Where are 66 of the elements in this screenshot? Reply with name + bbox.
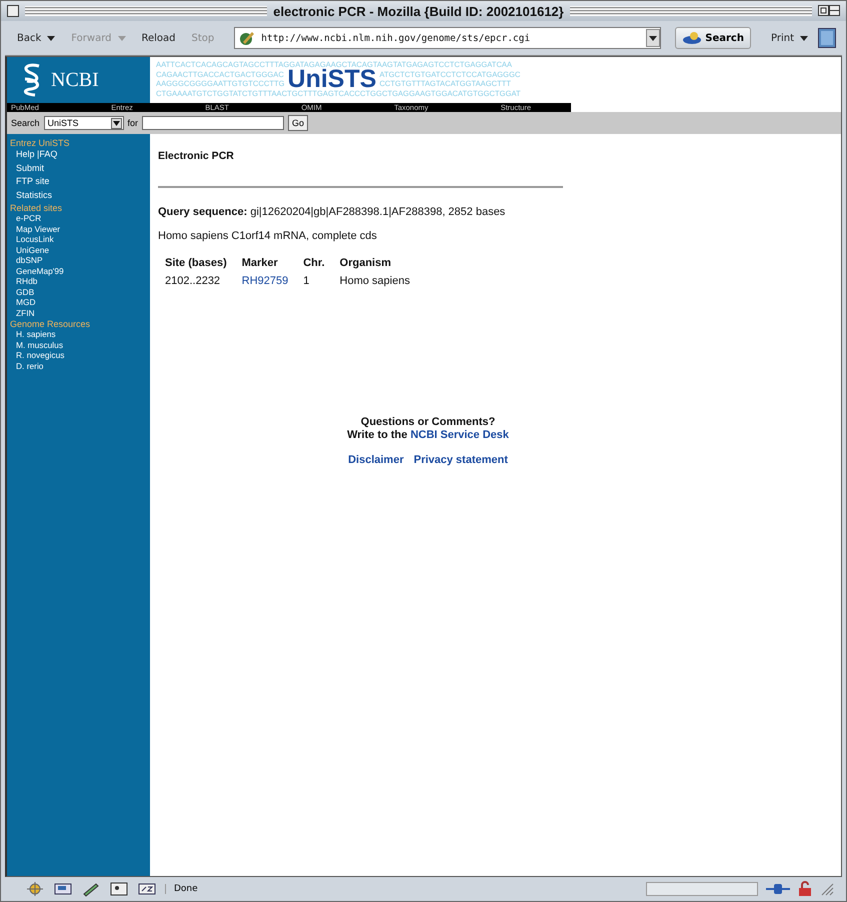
write-to-text: Write to the (347, 429, 408, 441)
sidebar-heading: Entrez UniSTS (10, 138, 71, 148)
query-sequence-text: Query sequence: gi|12620204|gb|AF288398.1|AF288398, 2852 bases (158, 206, 506, 218)
globe-icon (682, 31, 702, 45)
sidebar-link[interactable]: Map Viewer (10, 224, 150, 234)
sidebar-link[interactable]: Submit (10, 162, 150, 175)
status-text: Done (165, 884, 638, 894)
plug-icon (766, 882, 790, 896)
for-label: for (128, 118, 138, 128)
ncbi-logo[interactable]: NCBI (7, 57, 150, 103)
sidebar-link[interactable]: Help |FAQ (10, 148, 150, 162)
column-header: Organism (338, 256, 392, 270)
sidebar-link[interactable]: LocusLink (10, 234, 150, 244)
banner-title: UniSTS (288, 69, 376, 90)
sidebar-link[interactable]: GDB (10, 286, 150, 297)
url-field[interactable]: http://www.ncbi.nlm.nih.gov/genome/sts/epcr.cgi (234, 27, 662, 49)
column-header: Chr. (302, 256, 326, 270)
sidebar-heading: Related sites (10, 203, 64, 213)
sidebar-link[interactable]: D. rerio (10, 360, 150, 371)
pen-icon[interactable] (81, 881, 101, 897)
sidebar-heading: Genome Resources (10, 319, 92, 329)
go-button[interactable]: Go (288, 115, 308, 131)
database-select[interactable]: UniSTS (44, 116, 124, 130)
footer-link[interactable]: Disclaimer (348, 454, 404, 466)
dropdown-icon[interactable] (646, 29, 660, 47)
service-desk-link[interactable]: NCBI Service Desk (410, 429, 509, 441)
sidebar-link[interactable]: UniGene (10, 244, 150, 255)
close-box[interactable] (7, 5, 19, 17)
questions-text: Questions or Comments? (360, 416, 496, 429)
sidebar-link[interactable]: M. musculus (10, 340, 150, 350)
search-button[interactable]: Search (675, 27, 751, 49)
toolbar-button[interactable]: Back (11, 30, 62, 46)
toolbar-button[interactable]: Reload (136, 30, 182, 46)
print-button[interactable]: Print (764, 30, 814, 46)
sidebar-link[interactable]: RHdb (10, 276, 150, 286)
column-header: Marker (240, 256, 279, 270)
search-label: Search (11, 118, 40, 128)
navigator-icon[interactable] (25, 881, 45, 897)
caret-icon (47, 36, 56, 40)
footer-link[interactable]: Privacy statement (414, 454, 508, 466)
window-title: electronic PCR - Mozilla {Build ID: 2002101612} (273, 4, 564, 18)
sidebar-link[interactable]: MGD (10, 297, 150, 308)
lock-icon (798, 881, 812, 897)
table-cell: 2102..2232 (165, 275, 220, 287)
marker-link[interactable]: RH92759 (242, 275, 288, 287)
search-field[interactable] (142, 116, 284, 130)
caret-icon (118, 36, 126, 40)
sidebar-link[interactable]: dbSNP (10, 255, 150, 266)
sidebar-toggle-icon[interactable] (818, 28, 836, 48)
table-cell: 1 (303, 275, 310, 287)
collapse-icon[interactable] (818, 5, 840, 17)
column-header: Site (bases) (164, 256, 228, 270)
caret-icon (800, 36, 808, 40)
sidebar-link[interactable]: H. sapiens (10, 329, 150, 340)
description-text: Homo sapiens C1orf14 mRNA, complete cds (158, 230, 378, 242)
table-cell: Homo sapiens (340, 275, 410, 287)
sidebar-link[interactable]: R. novegicus (10, 350, 150, 360)
sidebar-link[interactable]: ZFIN (10, 308, 150, 318)
page-heading: Electronic PCR (158, 150, 235, 162)
resize-grip-icon[interactable] (820, 882, 834, 896)
sidebar-link[interactable]: e-PCR (10, 213, 150, 224)
sidebar-link[interactable]: FTP site (10, 175, 150, 188)
page-icon (239, 30, 256, 46)
dropdown-icon (110, 118, 122, 128)
sidebar-link[interactable]: Statistics (10, 188, 150, 202)
sidebar-link[interactable]: GeneMap'99 (10, 266, 150, 276)
